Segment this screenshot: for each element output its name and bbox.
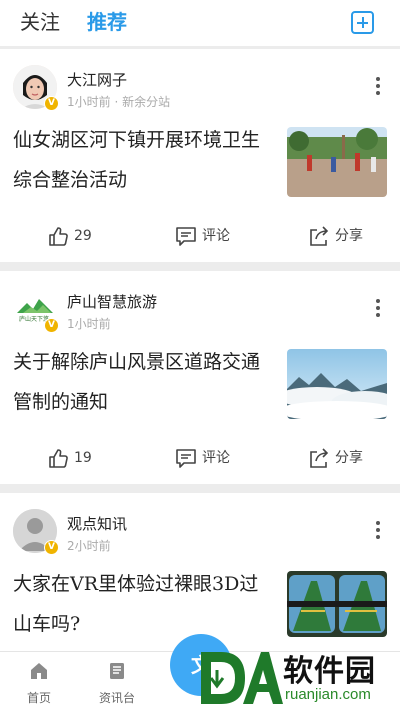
watermark: 软件园 ruanjian.com	[195, 646, 400, 711]
watermark-logo	[201, 652, 283, 704]
article-thumbnail[interactable]	[287, 127, 387, 197]
article-title[interactable]: 仙女湖区河下镇开展环境卫生综合整治活动	[13, 120, 275, 200]
author-name[interactable]: 庐山智慧旅游	[67, 291, 157, 312]
article-thumbnail[interactable]	[287, 349, 387, 419]
action-bar: 29 评论 分享	[0, 217, 400, 257]
share-icon	[310, 448, 329, 468]
feed-card[interactable]: V 观点知讯 2小时前 大家在VR里体验过裸眼3D过山车吗?	[0, 493, 400, 651]
verified-badge: V	[44, 540, 59, 555]
watermark-text: 软件园	[283, 654, 376, 689]
share-label: 分享	[335, 228, 363, 244]
action-bar: 19 评论 分享	[0, 439, 400, 479]
news-desk-icon	[110, 663, 124, 679]
author-name[interactable]: 大江网子	[67, 69, 127, 90]
share-label: 分享	[335, 450, 363, 466]
feed-card[interactable]: 庐山天下悠 V 庐山智慧旅游 1小时前 关于解除庐山风景区道路交通管制的通知 1…	[0, 271, 400, 484]
thumbs-up-icon	[49, 227, 68, 246]
tab-recommend[interactable]: 推荐	[87, 9, 127, 35]
avatar[interactable]: V	[13, 509, 59, 555]
home-icon	[31, 663, 47, 679]
comment-label: 评论	[202, 228, 230, 244]
more-options-icon[interactable]	[376, 299, 380, 317]
tab-follow[interactable]: 关注	[20, 9, 60, 35]
comment-icon	[176, 227, 196, 246]
nav-news-desk-label: 资讯台	[98, 691, 135, 705]
nav-news-desk[interactable]: 资讯台	[87, 662, 147, 706]
comment-icon	[176, 449, 196, 468]
post-meta: 2小时前	[67, 539, 111, 553]
article-title[interactable]: 大家在VR里体验过裸眼3D过山车吗?	[13, 564, 275, 644]
comment-label: 评论	[202, 450, 230, 466]
watermark-url: ruanjian.com	[285, 686, 371, 703]
share-icon	[310, 226, 329, 246]
author-name[interactable]: 观点知讯	[67, 513, 127, 534]
post-meta: 1小时前 · 新余分站	[67, 95, 171, 109]
nav-home[interactable]: 首页	[9, 662, 69, 706]
verified-badge: V	[44, 96, 59, 111]
article-title[interactable]: 关于解除庐山风景区道路交通管制的通知	[13, 342, 275, 422]
more-options-icon[interactable]	[376, 77, 380, 95]
more-options-icon[interactable]	[376, 521, 380, 539]
feed-card[interactable]: V 大江网子 1小时前 · 新余分站 仙女湖区河下镇开展环境卫生综合整治活动 2…	[0, 49, 400, 262]
post-meta: 1小时前	[67, 317, 111, 331]
top-bar: 关注 推荐	[0, 0, 400, 46]
like-count: 19	[74, 450, 92, 466]
avatar[interactable]: 庐山天下悠 V	[13, 287, 59, 333]
avatar[interactable]: V	[13, 65, 59, 111]
plus-square-icon[interactable]	[351, 11, 374, 34]
like-count: 29	[74, 228, 92, 244]
article-thumbnail[interactable]	[287, 571, 387, 637]
verified-badge: V	[44, 318, 59, 333]
thumbs-up-icon	[49, 449, 68, 468]
nav-home-label: 首页	[26, 691, 51, 705]
